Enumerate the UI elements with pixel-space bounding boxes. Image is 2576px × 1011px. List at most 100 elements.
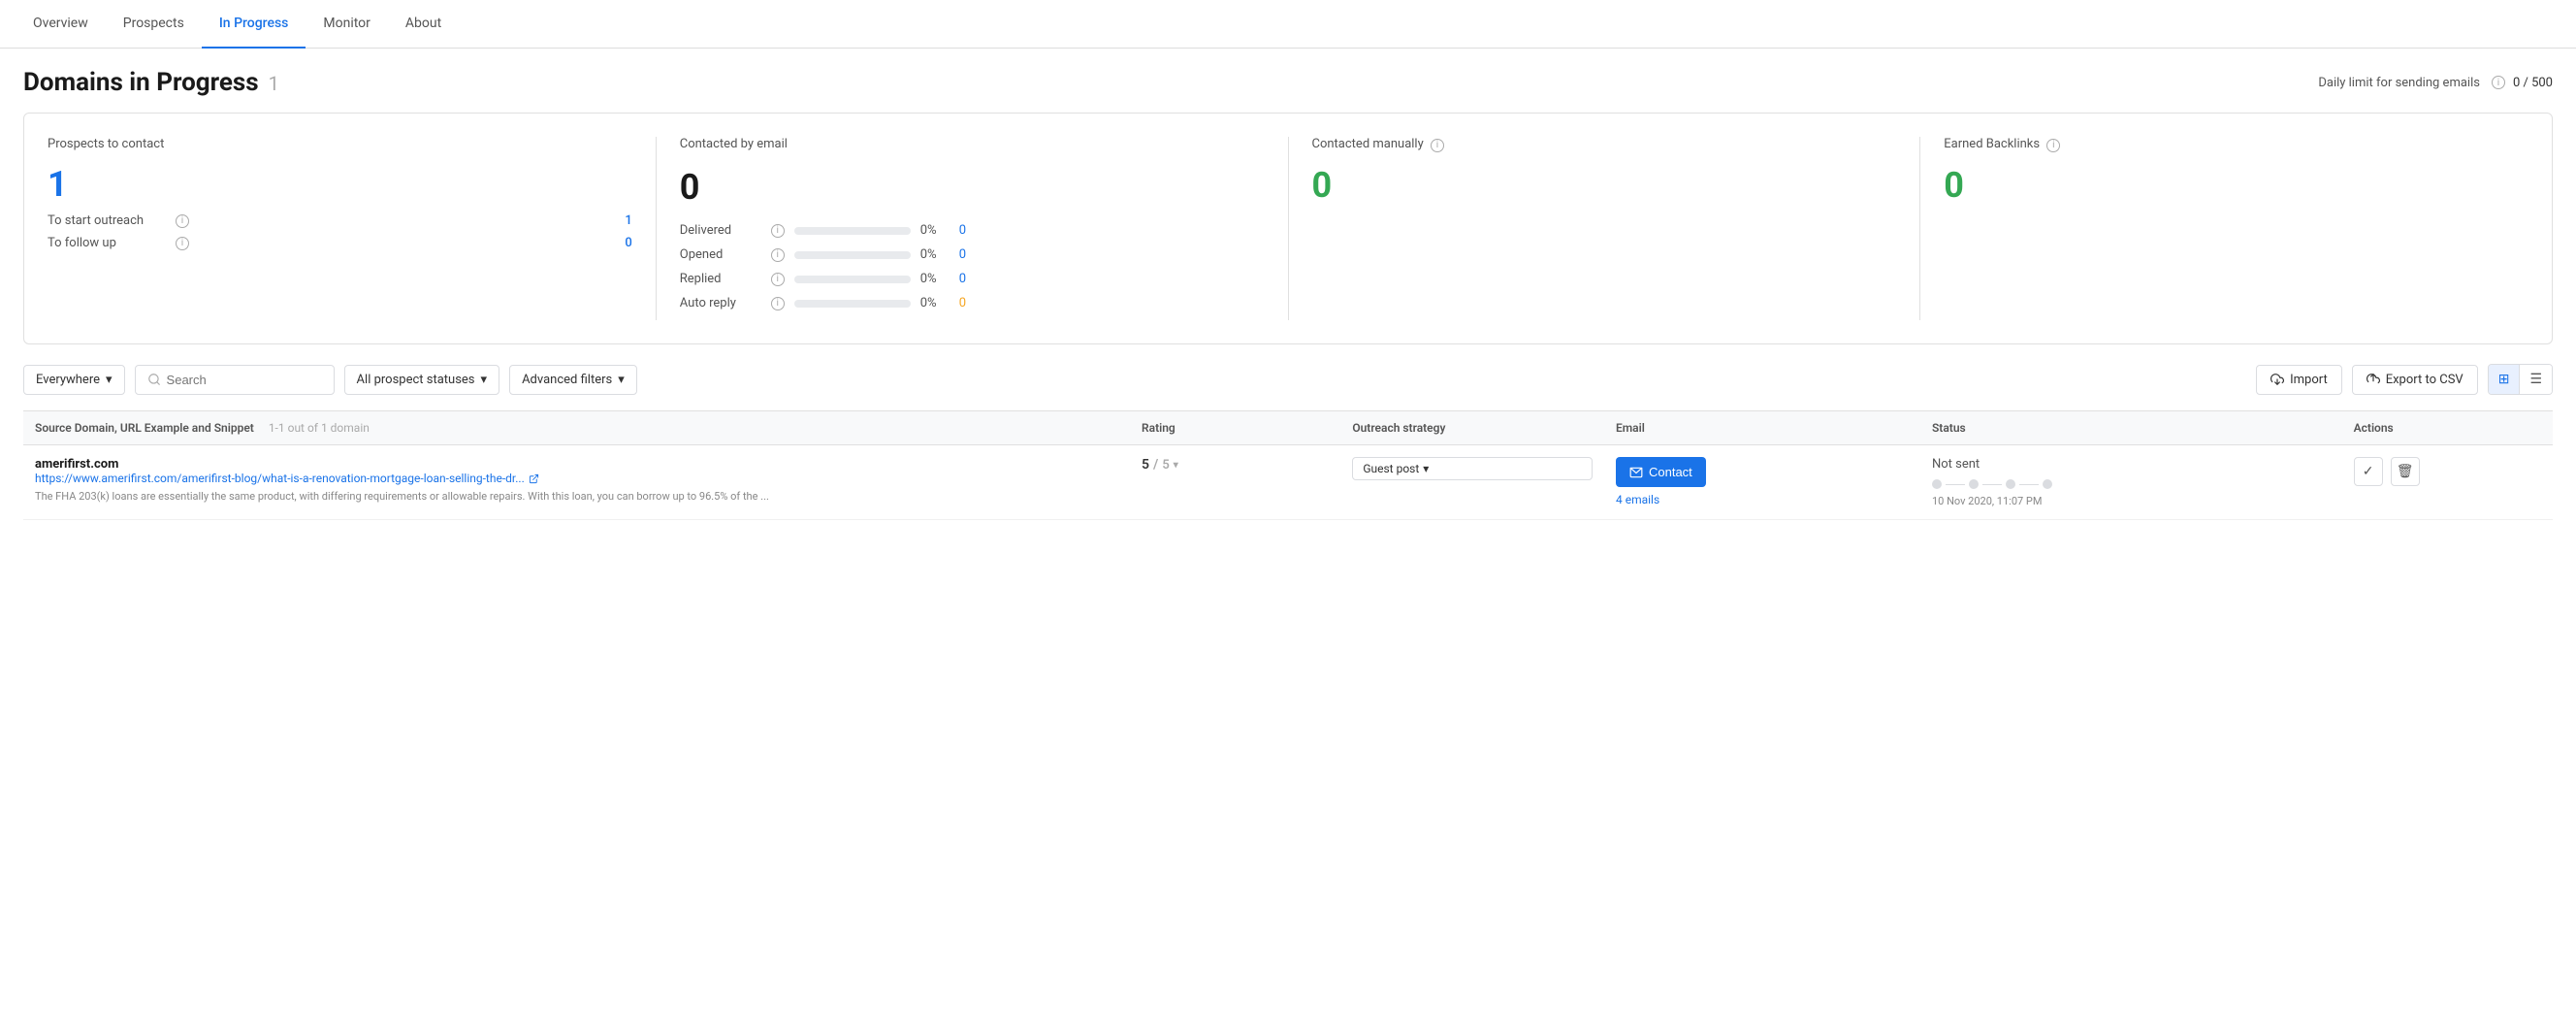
rating-wrap: 5 / 5 ▾ bbox=[1142, 457, 1329, 473]
domain-url[interactable]: https://www.amerifirst.com/amerifirst-bl… bbox=[35, 472, 1118, 485]
prospects-start-info-icon[interactable]: i bbox=[176, 214, 189, 228]
prospects-start-label: To start outreach bbox=[48, 213, 164, 228]
list-view-button[interactable]: ☰ bbox=[2520, 365, 2552, 394]
email-autoreply-pct: 0% bbox=[920, 296, 950, 310]
rating-val: 5 bbox=[1142, 457, 1149, 473]
col-header-source: Source Domain, URL Example and Snippet 1… bbox=[23, 411, 1130, 445]
domain-snippet: The FHA 203(k) loans are essentially the… bbox=[35, 489, 1118, 504]
col-header-actions: Actions bbox=[2342, 411, 2553, 445]
search-input[interactable] bbox=[167, 373, 322, 387]
delete-button[interactable]: 🗑 bbox=[2391, 457, 2420, 486]
status-date: 10 Nov 2020, 11:07 PM bbox=[1932, 495, 2331, 507]
email-row-opened: Opened i 0% 0 bbox=[680, 247, 1265, 262]
stats-card: Prospects to contact 1 To start outreach… bbox=[23, 113, 2553, 344]
backlinks-info-icon[interactable]: i bbox=[2046, 139, 2060, 152]
backlinks-big-number: 0 bbox=[1944, 168, 2528, 203]
email-replied-label: Replied bbox=[680, 272, 757, 286]
tab-overview[interactable]: Overview bbox=[16, 0, 106, 49]
stats-prospects-section: Prospects to contact 1 To start outreach… bbox=[24, 137, 657, 320]
status-dot-4 bbox=[2043, 479, 2052, 489]
email-delivered-label: Delivered bbox=[680, 223, 757, 238]
stats-email-section: Contacted by email 0 Delivered i 0% 0 Op… bbox=[657, 137, 1289, 320]
outreach-label: Guest post bbox=[1363, 462, 1419, 475]
email-replied-info-icon[interactable]: i bbox=[771, 273, 785, 286]
import-icon bbox=[2270, 373, 2284, 386]
domain-name: amerifirst.com bbox=[35, 457, 1118, 472]
col-header-rating: Rating bbox=[1130, 411, 1340, 445]
tabs-bar: Overview Prospects In Progress Monitor A… bbox=[0, 0, 2576, 49]
page-title-wrap: Domains in Progress 1 bbox=[23, 68, 279, 97]
email-opened-pct: 0% bbox=[920, 247, 950, 262]
page-header: Domains in Progress 1 Daily limit for se… bbox=[0, 49, 2576, 113]
domain-url-text: https://www.amerifirst.com/amerifirst-bl… bbox=[35, 472, 525, 485]
contact-button[interactable]: Contact bbox=[1616, 457, 1706, 487]
import-label: Import bbox=[2290, 373, 2328, 387]
prospects-row-start: To start outreach i 1 bbox=[48, 213, 632, 228]
prospects-followup-info-icon[interactable]: i bbox=[176, 237, 189, 250]
status-dots bbox=[1932, 479, 2331, 489]
email-count[interactable]: 4 emails bbox=[1616, 493, 1909, 506]
page-title: Domains in Progress bbox=[23, 68, 259, 97]
export-label: Export to CSV bbox=[2386, 373, 2463, 387]
tab-prospects[interactable]: Prospects bbox=[106, 0, 202, 49]
email-opened-info-icon[interactable]: i bbox=[771, 248, 785, 262]
advanced-chevron-icon: ▾ bbox=[618, 373, 625, 387]
page-title-count: 1 bbox=[269, 72, 279, 95]
status-dot-3 bbox=[2006, 479, 2015, 489]
approve-button[interactable]: ✓ bbox=[2354, 457, 2383, 486]
email-opened-bar bbox=[794, 251, 911, 259]
tab-about[interactable]: About bbox=[388, 0, 459, 49]
email-opened-label: Opened bbox=[680, 247, 757, 262]
email-delivered-info-icon[interactable]: i bbox=[771, 224, 785, 238]
email-autoreply-info-icon[interactable]: i bbox=[771, 297, 785, 310]
status-chevron-icon: ▾ bbox=[481, 373, 488, 387]
actions-wrap: ✓ 🗑 bbox=[2354, 457, 2541, 486]
location-filter-label: Everywhere bbox=[36, 373, 100, 387]
email-delivered-pct: 0% bbox=[920, 223, 950, 238]
col-header-status: Status bbox=[1920, 411, 2342, 445]
status-line-1 bbox=[1946, 484, 1965, 485]
manual-info-icon[interactable]: i bbox=[1431, 139, 1444, 152]
outreach-button[interactable]: Guest post ▾ bbox=[1352, 457, 1593, 480]
advanced-filter[interactable]: Advanced filters ▾ bbox=[509, 365, 637, 395]
tab-in-progress[interactable]: In Progress bbox=[202, 0, 306, 49]
table-row-count: 1-1 out of 1 domain bbox=[269, 421, 370, 435]
daily-limit-value: 0 / 500 bbox=[2513, 76, 2553, 90]
rating-divider: / bbox=[1153, 457, 1158, 473]
col-header-outreach: Outreach strategy bbox=[1340, 411, 1604, 445]
tab-monitor[interactable]: Monitor bbox=[306, 0, 388, 49]
daily-limit-info-icon[interactable]: i bbox=[2492, 76, 2505, 89]
email-replied-count: 0 bbox=[959, 272, 966, 286]
advanced-filter-label: Advanced filters bbox=[522, 373, 612, 387]
location-filter[interactable]: Everywhere ▾ bbox=[23, 365, 125, 395]
email-delivered-count: 0 bbox=[959, 223, 966, 238]
email-opened-count: 0 bbox=[959, 247, 966, 262]
email-delivered-bar bbox=[794, 227, 911, 235]
email-row-delivered: Delivered i 0% 0 bbox=[680, 223, 1265, 238]
view-toggle: ⊞ ☰ bbox=[2488, 364, 2553, 395]
table-cell-actions: ✓ 🗑 bbox=[2342, 445, 2553, 520]
col-header-email: Email bbox=[1604, 411, 1920, 445]
status-filter[interactable]: All prospect statuses ▾ bbox=[344, 365, 500, 395]
email-row-replied: Replied i 0% 0 bbox=[680, 272, 1265, 286]
contact-label: Contact bbox=[1649, 465, 1692, 479]
email-big-number: 0 bbox=[680, 167, 1265, 208]
status-filter-label: All prospect statuses bbox=[357, 373, 475, 387]
grid-view-button[interactable]: ⊞ bbox=[2489, 365, 2521, 394]
prospects-followup-label: To follow up bbox=[48, 236, 164, 250]
export-button[interactable]: Export to CSV bbox=[2352, 365, 2478, 395]
table-wrap: Source Domain, URL Example and Snippet 1… bbox=[0, 410, 2576, 520]
table-cell-rating: 5 / 5 ▾ bbox=[1130, 445, 1340, 520]
search-wrap bbox=[135, 365, 335, 395]
prospects-title: Prospects to contact bbox=[48, 137, 632, 151]
email-title: Contacted by email bbox=[680, 137, 1265, 151]
rating-chevron-icon[interactable]: ▾ bbox=[1174, 460, 1178, 471]
import-button[interactable]: Import bbox=[2256, 365, 2342, 395]
rating-max: 5 bbox=[1162, 458, 1169, 473]
outreach-chevron-icon: ▾ bbox=[1423, 462, 1429, 475]
location-chevron-icon: ▾ bbox=[106, 373, 113, 387]
search-icon bbox=[147, 373, 161, 386]
backlinks-title: Earned Backlinks i bbox=[1944, 137, 2528, 152]
prospects-row-followup: To follow up i 0 bbox=[48, 236, 632, 250]
status-dot-1 bbox=[1932, 479, 1942, 489]
